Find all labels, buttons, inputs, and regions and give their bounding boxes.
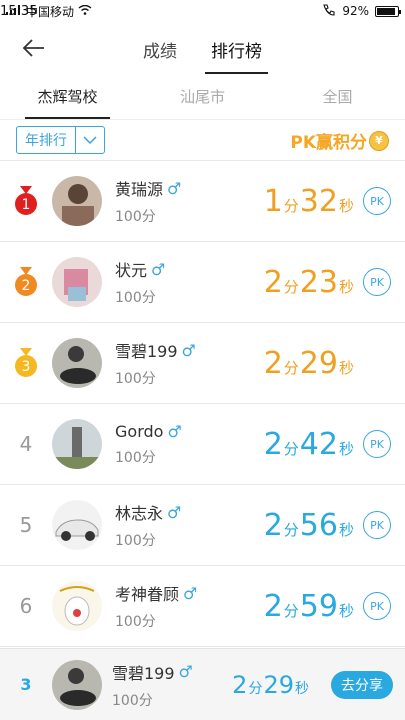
pk-button[interactable]: PK bbox=[363, 187, 391, 215]
user-score: 100分 bbox=[115, 290, 156, 306]
ranking-row[interactable]: 2 状元 ♂ 100分 2 分 23 秒 PK bbox=[0, 242, 405, 323]
tab-national[interactable]: 全国 bbox=[270, 74, 405, 119]
user-name: 雪碧199 bbox=[115, 342, 178, 361]
pk-points-banner[interactable]: PK赢积分 ¥ bbox=[290, 128, 389, 153]
exam-time: 2 分 56 秒 bbox=[263, 507, 354, 543]
my-rank-number: 3 bbox=[20, 675, 32, 694]
exam-time: 1 分 32 秒 bbox=[263, 183, 354, 219]
ranking-list: 1 黄瑞源 ♂ 100分 1 分 32 秒 PK 2 状元 ♂ 100分 2 分 23 秒 PK bbox=[0, 160, 405, 647]
avatar bbox=[52, 500, 102, 550]
pk-button[interactable]: PK bbox=[363, 511, 391, 539]
male-icon: ♂ bbox=[167, 178, 182, 198]
avatar bbox=[52, 659, 102, 710]
svg-text:3: 3 bbox=[22, 359, 31, 375]
clock: 15:35 bbox=[0, 3, 38, 19]
male-icon: ♂ bbox=[181, 340, 196, 360]
user-name: Gordo bbox=[115, 421, 164, 441]
status-bar: 中国移动 15:35 92% bbox=[0, 0, 405, 22]
rank-number: 5 bbox=[19, 513, 33, 537]
pk-banner-text: PK赢积分 bbox=[290, 133, 367, 153]
svg-text:2: 2 bbox=[22, 278, 31, 294]
battery-icon bbox=[375, 5, 401, 17]
user-name: 林志永 bbox=[115, 504, 164, 523]
filter-row: 年排行 PK赢积分 ¥ bbox=[0, 120, 405, 160]
ranking-row[interactable]: 5 林志永 ♂ 100分 2 分 56 秒 PK bbox=[0, 485, 405, 566]
user-score: 100分 bbox=[112, 692, 153, 709]
ranking-row[interactable]: 4 Gordo ♂ 100分 2 分 42 秒 PK bbox=[0, 404, 405, 485]
rank-number: 6 bbox=[19, 594, 33, 618]
period-select[interactable]: 年排行 bbox=[16, 126, 105, 154]
share-button[interactable]: 去分享 bbox=[331, 670, 393, 699]
user-name: 雪碧199 bbox=[112, 663, 175, 683]
medal-bronze-icon: 3 bbox=[0, 348, 52, 378]
tab-leaderboard[interactable]: 排行榜 bbox=[205, 25, 268, 74]
medal-gold-icon: 1 bbox=[0, 186, 52, 216]
arrow-left-icon bbox=[22, 39, 44, 57]
user-name: 黄瑞源 bbox=[115, 180, 164, 199]
male-icon: ♂ bbox=[167, 502, 182, 522]
avatar bbox=[52, 176, 102, 226]
male-icon: ♂ bbox=[183, 583, 198, 603]
rank-number: 4 bbox=[19, 432, 33, 456]
tab-scores[interactable]: 成绩 bbox=[143, 25, 177, 72]
user-name: 状元 bbox=[115, 261, 148, 280]
scope-tabs: 杰辉驾校 汕尾市 全国 bbox=[0, 74, 405, 120]
male-icon: ♂ bbox=[167, 421, 182, 441]
svg-text:1: 1 bbox=[22, 197, 31, 213]
avatar bbox=[52, 257, 102, 307]
exam-time: 2 分 42 秒 bbox=[263, 426, 354, 462]
exam-time: 2 分 29 秒 bbox=[232, 670, 309, 699]
my-rank-bar: 3 雪碧199 ♂ 100分 2 分 29 秒 去分享 bbox=[0, 648, 405, 720]
nav-bar: 成绩 排行榜 bbox=[0, 22, 405, 74]
coin-icon: ¥ bbox=[369, 130, 389, 151]
user-score: 100分 bbox=[115, 614, 156, 630]
medal-silver-icon: 2 bbox=[0, 267, 52, 297]
male-icon: ♂ bbox=[151, 259, 166, 279]
exam-time: 2 分 23 秒 bbox=[263, 264, 354, 300]
user-score: 100分 bbox=[115, 209, 156, 225]
chevron-down-icon bbox=[76, 127, 104, 153]
user-score: 100分 bbox=[115, 449, 156, 466]
tab-city[interactable]: 汕尾市 bbox=[135, 74, 270, 119]
ranking-row[interactable]: 1 黄瑞源 ♂ 100分 1 分 32 秒 PK bbox=[0, 161, 405, 242]
ranking-row[interactable]: 3 雪碧199 ♂ 100分 2 分 29 秒 bbox=[0, 323, 405, 404]
avatar bbox=[52, 581, 102, 631]
tab-school[interactable]: 杰辉驾校 bbox=[0, 74, 135, 119]
exam-time: 2 分 59 秒 bbox=[263, 588, 354, 624]
user-name: 考神眷顾 bbox=[115, 585, 180, 604]
user-score: 100分 bbox=[115, 371, 156, 387]
exam-time: 2 分 29 秒 bbox=[263, 345, 354, 381]
pk-button[interactable]: PK bbox=[363, 592, 391, 620]
back-button[interactable] bbox=[20, 34, 48, 62]
ranking-row[interactable]: 6 考神眷顾 ♂ 100分 2 分 59 秒 PK bbox=[0, 566, 405, 647]
period-select-label: 年排行 bbox=[17, 127, 76, 153]
avatar bbox=[52, 338, 102, 388]
user-score: 100分 bbox=[115, 533, 156, 549]
pk-button[interactable]: PK bbox=[363, 268, 391, 296]
avatar bbox=[52, 419, 102, 469]
male-icon: ♂ bbox=[178, 662, 193, 681]
pk-button[interactable]: PK bbox=[363, 430, 391, 458]
